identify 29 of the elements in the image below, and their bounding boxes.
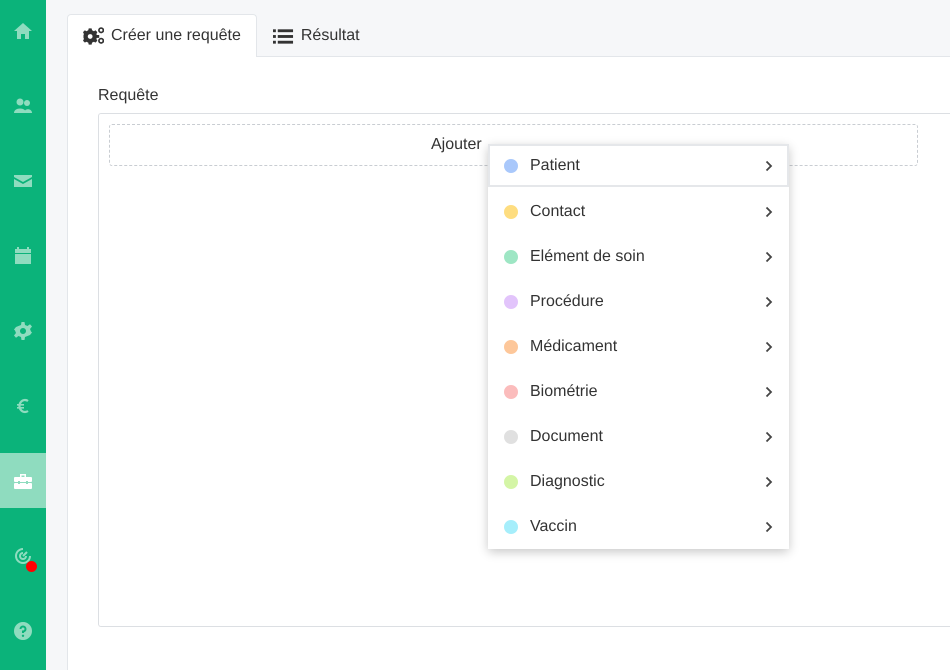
radar-icon [13,546,33,566]
menu-item[interactable]: Document [488,414,789,459]
menu-item[interactable]: Vaccin [488,504,789,549]
menu-item[interactable]: Procédure [488,279,789,324]
menu-item[interactable]: Biométrie [488,369,789,414]
home-icon [13,20,33,40]
chevron-icon [765,206,773,218]
chevron-icon [765,430,773,442]
users-icon [13,96,33,116]
tab[interactable]: Créer une requête [67,14,257,57]
gears-icon [83,26,104,46]
help-icon [13,620,33,640]
chevron-icon [765,386,773,398]
menu-item[interactable]: Patient [488,144,789,187]
calendar-icon [13,246,33,266]
menu-item[interactable]: Contact [488,189,789,234]
field-label: Requête [98,87,160,105]
chevron-icon [765,520,773,532]
tab[interactable]: Résultat [256,14,376,57]
chevron-icon [765,340,773,352]
chevron-icon [765,250,773,262]
chevron-icon [765,296,773,308]
menu-item[interactable]: Elément de soin [488,234,789,279]
chevron-icon [765,160,773,172]
sidebar-item[interactable] [0,453,46,508]
menu-item[interactable]: Médicament [488,324,789,369]
gear-icon [13,320,33,340]
menu-item[interactable]: Diagnostic [488,459,789,504]
chevron-icon [765,476,773,488]
